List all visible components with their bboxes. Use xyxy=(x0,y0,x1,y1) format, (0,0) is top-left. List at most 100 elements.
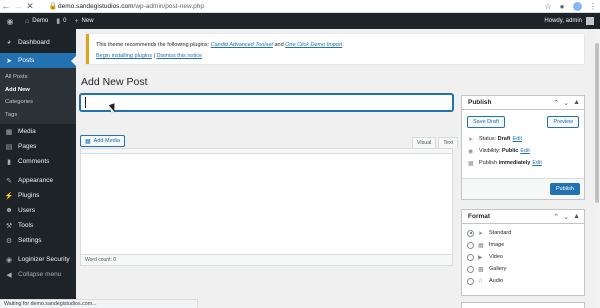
format-label: Gallery xyxy=(489,266,507,272)
editor-toolbar xyxy=(81,149,452,154)
greeting-text: Howdy, admin xyxy=(544,18,582,24)
comment-bubble-icon: ▮ xyxy=(56,18,61,25)
tab-visual[interactable]: Visual xyxy=(412,137,437,148)
video-icon: ▶ xyxy=(478,254,483,261)
format-label: Image xyxy=(489,242,505,248)
radio-audio[interactable] xyxy=(467,277,474,285)
sidebar-item-label: Posts xyxy=(18,57,35,64)
url-path: /wp-admin/post-new.php xyxy=(133,2,204,10)
collapse-menu-button[interactable]: ◀ Collapse menu xyxy=(0,267,76,282)
plugin-link-ocdi[interactable]: One Click Demo Import xyxy=(285,42,342,48)
format-option-video[interactable]: ▶ Video xyxy=(462,251,584,263)
image-icon: ▦ xyxy=(478,242,484,249)
sidebar-item-appearance[interactable]: ✎ Appearance xyxy=(0,173,76,188)
sidebar-item-label: Comments xyxy=(18,158,50,165)
new-content-link[interactable]: + New xyxy=(74,18,93,25)
comments-count: 0 xyxy=(63,18,67,24)
star-icon[interactable]: ☆ xyxy=(541,2,555,11)
radio-standard[interactable] xyxy=(467,229,474,237)
lock-icon: ◉ xyxy=(5,256,13,264)
format-option-gallery[interactable]: ▩ Gallery xyxy=(462,263,584,275)
pages-icon: ▤ xyxy=(5,143,13,151)
sidebar-item-plugins[interactable]: ⚡ Plugins xyxy=(0,188,76,203)
sidebar-item-dashboard[interactable]: ◕ Dashboard xyxy=(0,35,76,50)
toggle-panel-icon[interactable]: ▲ xyxy=(573,99,580,107)
format-box-title: Format xyxy=(468,213,491,220)
post-title-input[interactable] xyxy=(80,94,453,111)
wordpress-logo-icon[interactable]: ◉ xyxy=(3,17,17,26)
my-account[interactable]: Howdy, admin xyxy=(544,13,594,29)
submenu-all-posts[interactable]: All Posts xyxy=(0,71,76,84)
submenu-add-new[interactable]: Add New xyxy=(0,84,76,97)
more-vert-icon[interactable]: ⋮ xyxy=(586,2,600,11)
plugin-link-candid[interactable]: Candid Advanced Toolset xyxy=(211,42,273,48)
format-option-image[interactable]: ▦ Image xyxy=(462,239,584,251)
move-up-icon[interactable]: ⌃ xyxy=(553,213,559,221)
schedule-row: ▦ Publish immediately Edit xyxy=(462,157,584,169)
sidebar-item-pages[interactable]: ▤ Pages xyxy=(0,139,76,154)
format-option-audio[interactable]: ♫ Audio xyxy=(462,275,584,287)
media-icon: ▦ xyxy=(5,128,13,136)
radio-image[interactable] xyxy=(467,241,474,249)
text-cursor xyxy=(85,97,86,108)
notice-text-and: and xyxy=(272,42,286,48)
format-box-header[interactable]: Format ⌃ ⌄ ▲ xyxy=(462,210,584,224)
sidebar-item-label: Tools xyxy=(18,222,34,229)
url-host: demo.sandegistudios.com xyxy=(58,2,134,10)
editor-tabs: Visual Text xyxy=(410,137,459,148)
move-up-icon[interactable]: ⌃ xyxy=(553,99,559,107)
submenu-categories[interactable]: Categories xyxy=(0,96,76,109)
publish-value: immediately xyxy=(498,160,531,166)
dashboard-icon: ◕ xyxy=(6,39,12,46)
page-scrollbar[interactable] xyxy=(594,29,600,308)
format-label: Standard xyxy=(489,230,512,236)
tab-text[interactable]: Text xyxy=(438,137,459,148)
edit-schedule-link[interactable]: Edit xyxy=(532,160,541,166)
move-down-icon[interactable]: ⌄ xyxy=(563,99,569,107)
audio-icon: ♫ xyxy=(478,278,483,284)
scrollbar-thumb[interactable] xyxy=(595,43,599,203)
toggle-panel-icon[interactable]: ▲ xyxy=(573,213,580,221)
address-bar[interactable]: demo.sandegistudios.com/wp-admin/post-ne… xyxy=(58,3,204,10)
profile-avatar[interactable] xyxy=(573,2,582,11)
move-down-icon[interactable]: ⌄ xyxy=(563,213,569,221)
extensions-icon[interactable]: ● xyxy=(555,2,569,11)
sidebar-item-media[interactable]: ▦ Media xyxy=(0,124,76,139)
install-plugins-link[interactable]: Begin installing plugins xyxy=(96,53,152,59)
sidebar-item-label: Settings xyxy=(18,237,42,244)
save-draft-button[interactable]: Save Draft xyxy=(467,116,505,128)
status-value: Draft xyxy=(497,136,511,142)
sidebar-item-users[interactable]: ☻ Users xyxy=(0,203,76,218)
edit-status-link[interactable]: Edit xyxy=(513,136,522,142)
site-name-link[interactable]: ⌂ Demo xyxy=(25,18,48,25)
publish-button[interactable]: Publish xyxy=(549,183,580,195)
comments-link[interactable]: ▮ 0 xyxy=(56,17,66,25)
avatar xyxy=(586,17,594,25)
radio-video[interactable] xyxy=(467,253,474,261)
preview-button[interactable]: Preview xyxy=(547,116,579,128)
plugin-notice: This theme recommends the following plug… xyxy=(86,34,584,64)
lock-icon[interactable]: 🔒 xyxy=(48,2,58,10)
format-option-standard[interactable]: ➤ Standard xyxy=(462,227,584,239)
sidebar-item-settings[interactable]: ⚙ Settings xyxy=(0,233,76,248)
users-icon: ☻ xyxy=(5,207,13,214)
radio-gallery[interactable] xyxy=(467,265,474,273)
calendar-icon: ▦ xyxy=(468,160,474,167)
sidebar-item-posts[interactable]: ➤ Posts xyxy=(0,53,76,68)
sidebar-item-comments[interactable]: ▮ Comments xyxy=(0,154,76,169)
dismiss-notice-link[interactable]: Dismiss this notice xyxy=(156,53,202,59)
plus-icon: + xyxy=(74,17,79,25)
edit-visibility-link[interactable]: Edit xyxy=(520,148,529,154)
submenu-tags[interactable]: Tags xyxy=(0,109,76,122)
content-editor[interactable] xyxy=(80,148,453,255)
sidebar-item-loginizer[interactable]: ◉ Loginizer Security xyxy=(0,252,76,267)
back-arrow-icon[interactable]: ← xyxy=(0,0,12,12)
forward-arrow-icon[interactable]: → xyxy=(12,0,24,12)
posts-submenu: All Posts Add New Categories Tags xyxy=(0,68,76,124)
close-icon[interactable]: ✕ xyxy=(24,0,36,12)
sidebar-item-label: Users xyxy=(18,207,35,214)
format-label: Video xyxy=(489,254,503,260)
add-media-button[interactable]: ▦ Add Media xyxy=(80,135,125,147)
publish-box-header[interactable]: Publish ⌃ ⌄ ▲ xyxy=(462,96,584,110)
sidebar-item-tools[interactable]: ⚒ Tools xyxy=(0,218,76,233)
